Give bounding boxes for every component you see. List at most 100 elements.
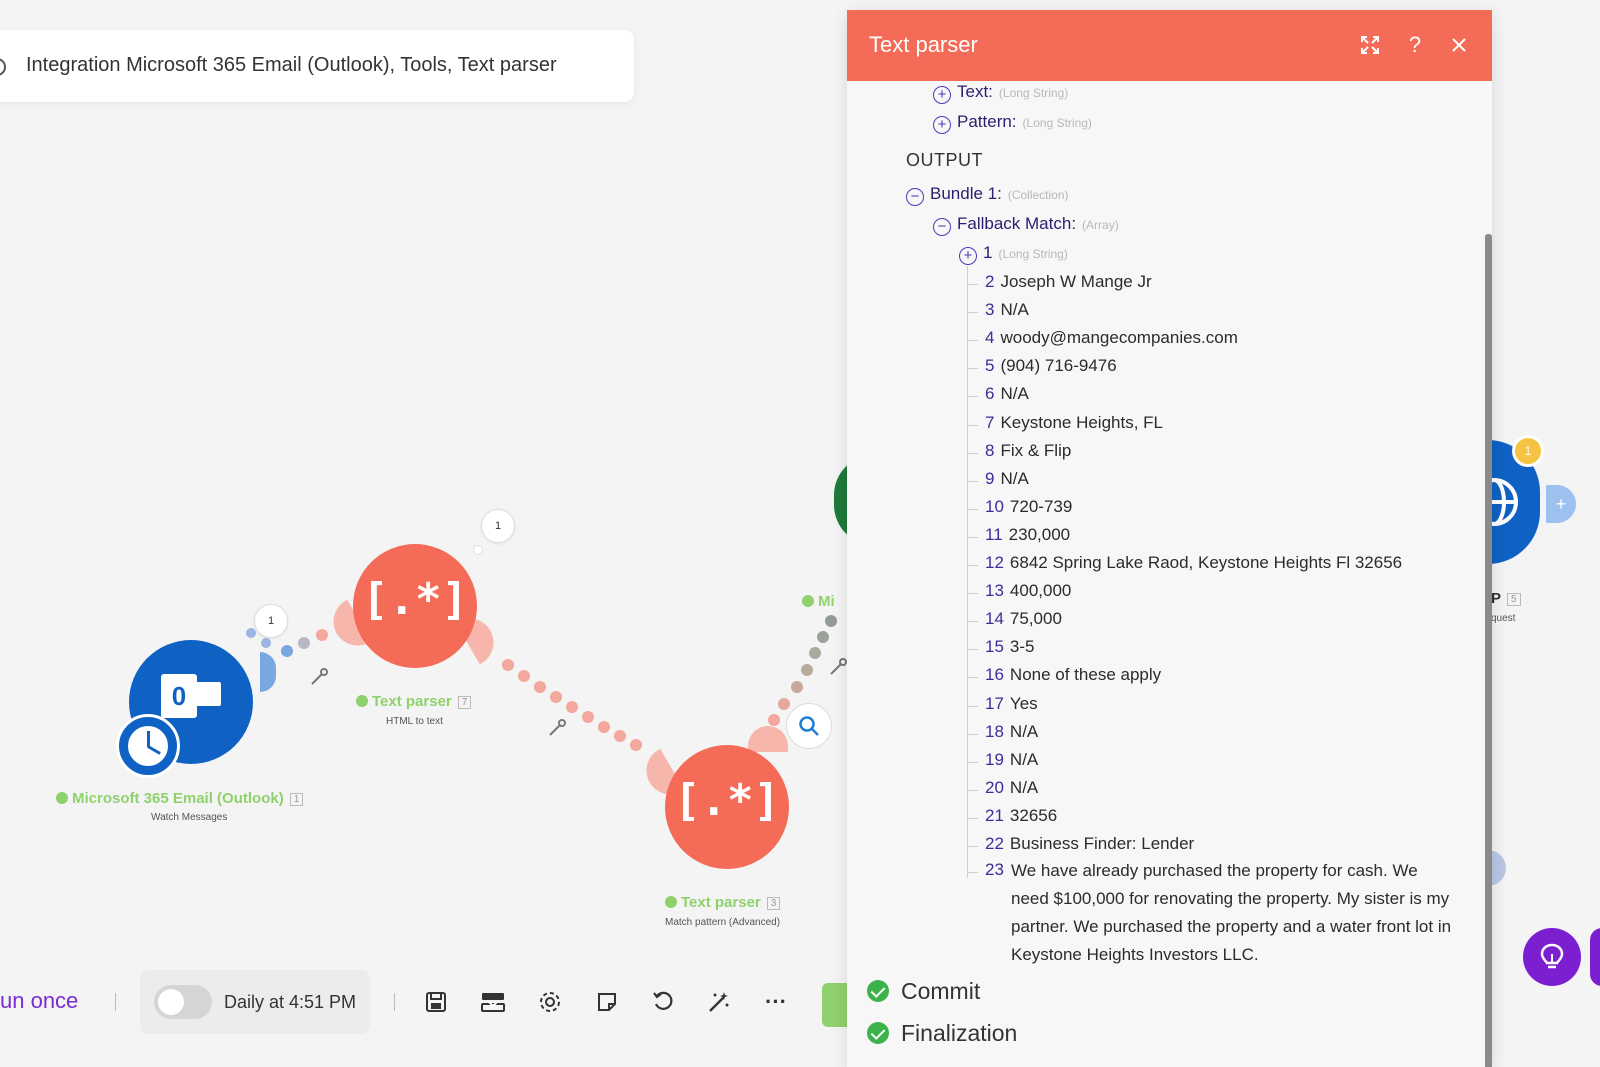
lightbulb-icon bbox=[1540, 943, 1564, 969]
array-item-value: Yes bbox=[1009, 694, 1038, 713]
array-item-value: N/A bbox=[1009, 778, 1039, 797]
module-subtitle: Match pattern (Advanced) bbox=[665, 917, 781, 928]
notes-icon[interactable] bbox=[591, 986, 623, 1018]
more-icon[interactable]: ··· bbox=[760, 986, 792, 1018]
array-item-row[interactable]: 8 Fix & Flip bbox=[985, 441, 1071, 461]
array-item-row[interactable]: 4 woody@mangecompanies.com bbox=[985, 328, 1238, 348]
text-parser-icon: [.*] bbox=[362, 574, 468, 625]
help-icon[interactable]: ? bbox=[1402, 32, 1428, 58]
array-item-value: Business Finder: Lender bbox=[1009, 834, 1195, 853]
tree-tick bbox=[968, 649, 978, 650]
array-item-row[interactable]: 12 6842 Spring Lake Raod, Keystone Height… bbox=[985, 553, 1402, 573]
array-item-value: 6842 Spring Lake Raod, Keystone Heights … bbox=[1009, 553, 1403, 572]
text-parser-module[interactable]: [.*] bbox=[353, 544, 477, 668]
tree-guide bbox=[967, 266, 968, 878]
array-item-row[interactable]: 18 N/A bbox=[985, 722, 1038, 742]
search-icon[interactable] bbox=[786, 703, 832, 749]
tree-tick bbox=[968, 453, 978, 454]
array-item-row[interactable]: 19 N/A bbox=[985, 750, 1038, 770]
array-item-row[interactable]: 14 75,000 bbox=[985, 609, 1062, 629]
array-item-value: (904) 716-9476 bbox=[1000, 356, 1117, 375]
save-icon[interactable] bbox=[420, 986, 452, 1018]
array-item-row[interactable]: 9 N/A bbox=[985, 469, 1029, 489]
text-parser-icon: [.*] bbox=[674, 775, 780, 826]
explain-flow-icon[interactable] bbox=[477, 986, 509, 1018]
array-item-row[interactable]: 21 32656 bbox=[985, 806, 1057, 826]
array-item-value: 75,000 bbox=[1009, 609, 1062, 628]
check-circle-icon bbox=[867, 980, 889, 1002]
schedule-label[interactable]: Daily at 4:51 PM bbox=[224, 992, 356, 1013]
tree-tick bbox=[968, 509, 978, 510]
hint-button[interactable] bbox=[1523, 928, 1581, 986]
status-commit: Commit bbox=[867, 978, 980, 1005]
array-item-value: 3-5 bbox=[1009, 637, 1035, 656]
fallback-match-row[interactable]: − Fallback Match: (Array) bbox=[933, 214, 1119, 236]
array-item-row[interactable]: 23 bbox=[985, 860, 1010, 880]
array-item-row[interactable]: 20 N/A bbox=[985, 778, 1038, 798]
tree-tick bbox=[968, 425, 978, 426]
input-field-text[interactable]: + Text: (Long String) bbox=[933, 82, 1068, 104]
array-item-row[interactable]: 17 Yes bbox=[985, 694, 1038, 714]
tree-tick bbox=[968, 621, 978, 622]
collapse-minus-icon: − bbox=[933, 218, 951, 236]
module-subtitle: Watch Messages bbox=[151, 812, 228, 823]
operations-badge[interactable]: 1 bbox=[1512, 435, 1544, 467]
array-item-row[interactable]: 13 400,000 bbox=[985, 581, 1071, 601]
input-field-pattern[interactable]: + Pattern: (Long String) bbox=[933, 112, 1092, 134]
operations-bubble[interactable]: 1 bbox=[254, 604, 288, 638]
array-item-value: We have already purchased the property f… bbox=[1011, 861, 1452, 964]
array-item-value: Joseph W Mange Jr bbox=[1000, 272, 1152, 291]
tree-tick bbox=[968, 872, 978, 873]
bundle-row[interactable]: − Bundle 1: (Collection) bbox=[906, 184, 1069, 206]
array-item-row[interactable]: 2 Joseph W Mange Jr bbox=[985, 272, 1152, 292]
outlook-icon: 0 bbox=[161, 670, 223, 722]
module-label: Microsoft 365 Email (Outlook) 1 bbox=[56, 790, 304, 807]
module-subtitle: quest bbox=[1491, 613, 1516, 624]
text-parser-module[interactable]: [.*] bbox=[665, 745, 789, 869]
array-item-row[interactable]: 16 None of these apply bbox=[985, 665, 1161, 685]
array-item-row[interactable]: 15 3-5 bbox=[985, 637, 1035, 657]
undo-icon[interactable] bbox=[647, 986, 679, 1018]
tree-tick bbox=[968, 340, 978, 341]
array-item-row[interactable]: 7 Keystone Heights, FL bbox=[985, 413, 1163, 433]
expand-plus-icon: + bbox=[933, 116, 951, 134]
array-item-row[interactable]: 22 Business Finder: Lender bbox=[985, 834, 1194, 854]
toolbar-divider bbox=[115, 993, 116, 1011]
success-check-icon bbox=[665, 896, 677, 908]
globe-icon bbox=[1486, 478, 1518, 526]
panel-scrollbar[interactable] bbox=[1485, 234, 1492, 1067]
module-label: P5 bbox=[1491, 590, 1521, 607]
array-item-row[interactable]: 3 N/A bbox=[985, 300, 1029, 320]
array-item-row[interactable]: 11 230,000 bbox=[985, 525, 1070, 545]
scenario-canvas[interactable]: Integration Microsoft 365 Email (Outlook… bbox=[0, 0, 1600, 1067]
array-item-row[interactable]: +1 (Long String) bbox=[959, 243, 1068, 265]
close-icon[interactable] bbox=[1446, 32, 1472, 58]
operations-bubble[interactable]: 1 bbox=[481, 509, 515, 543]
array-item-value: N/A bbox=[1000, 384, 1029, 403]
array-item-value: N/A bbox=[1009, 750, 1039, 769]
run-once-button[interactable]: un once bbox=[0, 988, 78, 1014]
tree-tick bbox=[968, 706, 978, 707]
settings-icon[interactable] bbox=[534, 986, 566, 1018]
tree-tick bbox=[968, 762, 978, 763]
tree-tick bbox=[968, 818, 978, 819]
expand-icon[interactable] bbox=[1357, 32, 1383, 58]
toggle-knob bbox=[158, 989, 184, 1015]
tree-tick bbox=[968, 565, 978, 566]
array-item-row[interactable]: 5 (904) 716-9476 bbox=[985, 356, 1117, 376]
tree-tick bbox=[968, 284, 978, 285]
panel-title: Text parser bbox=[869, 32, 978, 57]
array-item-value: 32656 bbox=[1009, 806, 1058, 825]
clock-trigger-icon[interactable] bbox=[116, 714, 180, 778]
array-item-row[interactable]: 10 720-739 bbox=[985, 497, 1072, 517]
array-item-value: N/A bbox=[1000, 300, 1029, 319]
tree-tick bbox=[968, 593, 978, 594]
tree-tick bbox=[968, 368, 978, 369]
auto-align-icon[interactable] bbox=[703, 986, 735, 1018]
success-check-icon bbox=[356, 695, 368, 707]
expand-plus-icon: + bbox=[959, 247, 977, 265]
side-button[interactable] bbox=[1590, 928, 1600, 986]
success-check-icon bbox=[56, 792, 68, 804]
array-item-row[interactable]: 6 N/A bbox=[985, 384, 1029, 404]
array-item-value: Keystone Heights, FL bbox=[1000, 413, 1163, 432]
